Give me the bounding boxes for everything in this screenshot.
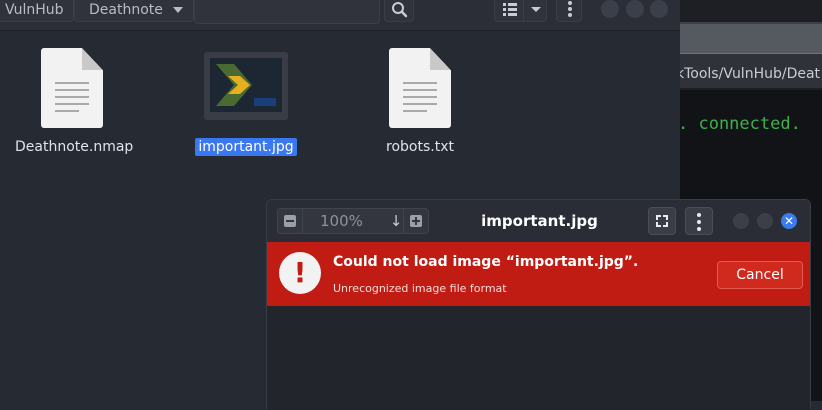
zoom-out-button[interactable] [278, 209, 303, 233]
file-manager-header: VulnHub Deathnote [0, 0, 680, 31]
zoom-in-button[interactable] [403, 209, 428, 233]
path-bar-space [194, 0, 380, 24]
file-item-important-jpg[interactable]: important.jpg [186, 48, 306, 156]
error-icon: ! [279, 252, 321, 294]
file-name: important.jpg [195, 138, 297, 156]
image-viewer-header: 100% ↓ important.jpg ✕ [267, 200, 810, 242]
file-name: robots.txt [386, 139, 454, 155]
error-title: Could not load image “important.jpg”. [333, 254, 639, 270]
chevron-down-icon [173, 7, 183, 13]
view-options-button[interactable] [523, 0, 547, 22]
image-viewer-menu-button[interactable] [685, 207, 713, 235]
terminal-path: kTools/VulnHub/Deat [680, 54, 822, 88]
error-infobar: ! Could not load image “important.jpg”. … [267, 242, 810, 306]
search-button[interactable] [384, 0, 414, 22]
minimize-window-button[interactable] [733, 213, 749, 229]
minimize-window-button[interactable] [601, 0, 619, 18]
file-name: Deathnote.nmap [15, 139, 134, 155]
error-message: Unrecognized image file format [333, 282, 507, 295]
image-canvas [267, 306, 810, 410]
breadcrumb-label: VulnHub [5, 2, 64, 18]
zoom-level[interactable]: 100% [320, 209, 363, 233]
breadcrumb-label: Deathnote [89, 2, 163, 18]
zoom-out-icon [284, 215, 296, 227]
list-view-icon [503, 3, 517, 16]
fullscreen-icon [655, 214, 669, 228]
image-thumbnail [204, 52, 288, 120]
chevron-down-icon [531, 7, 541, 12]
terminal-tab[interactable] [680, 22, 822, 54]
file-item-deathnote-nmap[interactable]: Deathnote.nmap [12, 48, 133, 156]
search-icon [392, 2, 408, 18]
vertical-dots-icon [697, 213, 701, 234]
breadcrumb-vulnhub[interactable]: VulnHub [0, 0, 74, 22]
vertical-dots-icon [568, 1, 572, 17]
file-manager-menu-button[interactable] [556, 0, 582, 22]
zoom-in-icon [410, 215, 422, 227]
maximize-window-button[interactable] [626, 0, 644, 18]
view-mode-button[interactable] [494, 0, 524, 22]
close-window-button[interactable] [650, 0, 668, 18]
text-document-icon [389, 48, 451, 128]
fullscreen-button[interactable] [648, 207, 676, 235]
file-item-robots-txt[interactable]: robots.txt [360, 48, 480, 156]
maximize-window-button[interactable] [757, 213, 773, 229]
window-title: important.jpg [481, 212, 598, 230]
image-viewer-window: 100% ↓ important.jpg ✕ ! Could not load … [266, 199, 811, 410]
text-document-icon [41, 48, 103, 128]
terminal-output-line: . connected. [678, 114, 801, 134]
zoom-control: 100% ↓ [277, 208, 429, 234]
close-window-button[interactable]: ✕ [781, 213, 797, 229]
close-icon: ✕ [783, 214, 795, 228]
cancel-button[interactable]: Cancel [717, 261, 803, 289]
breadcrumb-deathnote[interactable]: Deathnote [74, 0, 194, 22]
